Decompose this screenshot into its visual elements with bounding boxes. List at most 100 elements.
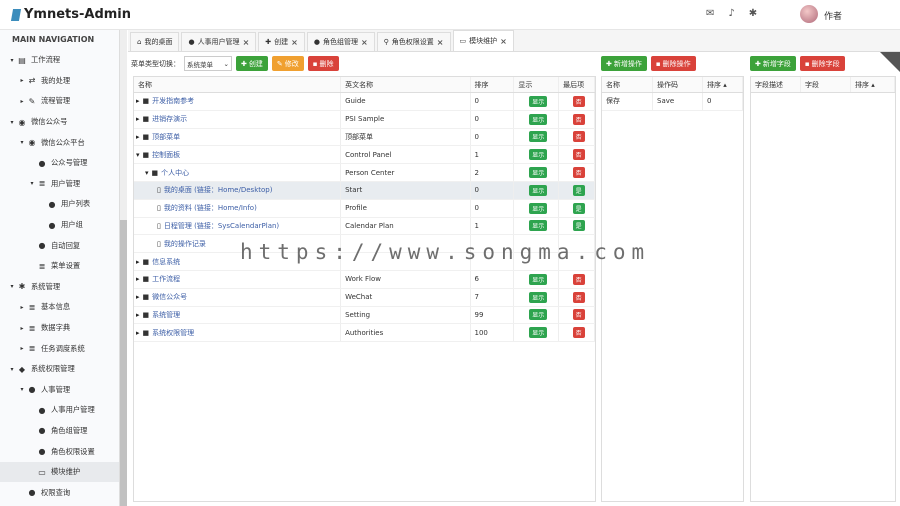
expand-icon[interactable]: ▸	[136, 275, 140, 283]
module-name[interactable]: 个人中心	[161, 168, 189, 178]
add-operation-button[interactable]: ✚ 新增操作	[601, 56, 647, 71]
sidebar-item[interactable]: ▸ ✎ 流程管理	[0, 91, 119, 112]
close-icon[interactable]: ×	[291, 38, 298, 47]
module-name[interactable]: 进销存演示	[152, 114, 187, 124]
expand-icon[interactable]: ▸	[136, 97, 140, 105]
column-header[interactable]: 排序 ▴	[851, 77, 895, 92]
column-header[interactable]: 名称	[602, 77, 653, 92]
module-name[interactable]: 系统管理	[152, 310, 180, 320]
mail-icon[interactable]: ✉	[706, 8, 714, 19]
expand-icon[interactable]: ▾	[145, 169, 149, 177]
add-field-button[interactable]: ✚ 新增字段	[750, 56, 796, 71]
avatar[interactable]	[800, 5, 818, 23]
delete-field-button[interactable]: ▪ 删除字段	[799, 56, 845, 71]
tab-item[interactable]: ● 角色组管理 ×	[306, 32, 375, 51]
sidebar-item[interactable]: ▾ ≣ 用户管理	[0, 174, 119, 195]
table-row[interactable]: ▸ ■ 工作流程 Work Flow 6 显示否	[134, 270, 595, 289]
app-logo[interactable]: Ymnets-Admin	[10, 7, 131, 22]
module-name[interactable]: 我的操作记录	[164, 239, 206, 249]
expand-icon[interactable]: ▸	[136, 133, 140, 141]
column-header[interactable]: 排序 ▴	[703, 77, 743, 92]
column-header[interactable]: 操作码	[653, 77, 703, 92]
table-row[interactable]: ▸ ■ 进销存演示 PSI Sample 0 显示否	[134, 110, 595, 129]
close-icon[interactable]: ×	[437, 38, 444, 47]
sidebar-item[interactable]: ▾ ● 人事管理	[0, 380, 119, 401]
delete-button[interactable]: ▪ 删除	[307, 56, 339, 71]
sidebar-item[interactable]: ● 角色权限设置	[0, 441, 119, 462]
delete-operation-button[interactable]: ▪ 删除操作	[650, 56, 696, 71]
table-row[interactable]: ▾ ■ 个人中心 Person Center 2 显示否	[134, 164, 595, 182]
sidebar-item[interactable]: ▸ ⇄ 我的处理	[0, 71, 119, 92]
user-name[interactable]: 作者	[824, 9, 842, 22]
tab-item[interactable]: ⌂ 我的桌面	[130, 32, 180, 51]
tab-item[interactable]: ⚲ 角色权限设置 ×	[376, 32, 451, 51]
sidebar-item[interactable]: ● 权限查询	[0, 482, 119, 503]
table-row[interactable]: 保存 Save 0	[602, 93, 743, 111]
module-name[interactable]: 系统权限管理	[152, 328, 194, 338]
close-icon[interactable]: ×	[243, 38, 250, 47]
expand-icon[interactable]: ▸	[136, 311, 140, 319]
sidebar-scroll-thumb[interactable]	[120, 220, 127, 506]
sidebar-item[interactable]: ▾ ◉ 微信公众平台	[0, 132, 119, 153]
module-name[interactable]: 工作流程	[152, 274, 180, 284]
column-header[interactable]: 字段描述	[751, 77, 801, 92]
create-button[interactable]: ✚ 创建	[236, 56, 268, 71]
module-name[interactable]: 日程管理 (链接：SysCalendarPlan)	[164, 221, 279, 231]
table-row[interactable]: ▸ ■ 开发指南参考 Guide 0 显示否	[134, 93, 595, 111]
sidebar-item[interactable]: ● 角色组管理	[0, 421, 119, 442]
column-header[interactable]: 排序	[471, 77, 515, 92]
corner-ribbon[interactable]	[880, 52, 900, 72]
table-row[interactable]: ▯ 我的桌面 (链接：Home/Desktop) Start 0 显示是	[134, 181, 595, 200]
column-header[interactable]: 名称	[134, 77, 342, 92]
module-name[interactable]: 信息系统	[152, 257, 180, 267]
tab-item[interactable]: ● 人事用户管理 ×	[181, 32, 257, 51]
sidebar-item[interactable]: ● 自动回复	[0, 235, 119, 256]
column-header[interactable]: 字段	[801, 77, 851, 92]
module-name[interactable]: 我的资料 (链接：Home/Info)	[164, 203, 257, 213]
sidebar-item[interactable]: ● 用户列表	[0, 194, 119, 215]
expand-icon[interactable]: ▸	[136, 329, 140, 337]
close-icon[interactable]: ×	[361, 38, 368, 47]
close-icon[interactable]: ×	[500, 37, 507, 46]
expand-icon[interactable]: ▸	[136, 115, 140, 123]
bell-icon[interactable]: ♪	[728, 8, 734, 19]
sidebar-item[interactable]: ▾ ✱ 系统管理	[0, 277, 119, 298]
module-name[interactable]: 我的桌面 (链接：Home/Desktop)	[164, 185, 273, 195]
table-row[interactable]: ▸ ■ 微信公众号 WeChat 7 显示否	[134, 288, 595, 307]
expand-icon[interactable]: ▸	[136, 258, 140, 266]
sidebar-item[interactable]: ● 用户组	[0, 215, 119, 236]
column-header[interactable]: 英文名称	[341, 77, 471, 92]
sidebar-item[interactable]: ≣ 菜单设置	[0, 256, 119, 277]
module-name[interactable]: 开发指南参考	[152, 96, 194, 106]
show-badge: 显示	[529, 327, 548, 339]
module-name[interactable]: 控制面板	[152, 150, 180, 160]
tab-item[interactable]: ✚ 创建 ×	[258, 32, 305, 51]
english-name: Authorities	[341, 324, 471, 342]
table-row[interactable]: ▾ ■ 控制面板 Control Panel 1 显示否	[134, 146, 595, 165]
sidebar-item[interactable]: ▸ ≣ 基本信息	[0, 297, 119, 318]
menu-type-select[interactable]: 系统菜单 ⌄	[184, 56, 232, 71]
gear-icon[interactable]: ✱	[749, 8, 757, 19]
table-row[interactable]: ▯ 我的资料 (链接：Home/Info) Profile 0 显示是	[134, 199, 595, 218]
sidebar-item[interactable]: ▸ ≣ 数据字典	[0, 318, 119, 339]
tab-item[interactable]: ▭ 模块维护 ×	[452, 30, 514, 51]
expand-icon[interactable]: ▾	[136, 151, 140, 159]
table-row[interactable]: ▸ ■ 系统管理 Setting 99 显示否	[134, 306, 595, 325]
edit-button[interactable]: ✎ 修改	[271, 56, 304, 71]
column-header[interactable]: 最后项	[559, 77, 595, 92]
sidebar-item[interactable]: ▭ 模块维护	[0, 461, 119, 483]
sidebar-item[interactable]: ● 公众号管理	[0, 153, 119, 174]
sidebar-item[interactable]: ▾ ▤ 工作流程	[0, 50, 119, 71]
table-row[interactable]: ▯ 日程管理 (链接：SysCalendarPlan) Calendar Plan 1…	[134, 217, 595, 236]
table-row[interactable]: ▸ ■ 顶部菜单 顶部菜单 0 显示否	[134, 128, 595, 147]
column-header[interactable]: 显示	[514, 77, 560, 92]
sidebar-item[interactable]: ● 人事用户管理	[0, 400, 119, 421]
table-row[interactable]: ▸ ■ 系统权限管理 Authorities 100 显示否	[134, 324, 595, 343]
module-name[interactable]: 微信公众号	[152, 292, 187, 302]
last-badge: 否	[572, 309, 585, 321]
sidebar-item[interactable]: ▾ ◆ 系统权限管理	[0, 359, 119, 380]
expand-icon[interactable]: ▸	[136, 293, 140, 301]
sidebar-item[interactable]: ▸ ≣ 任务调度系统	[0, 338, 119, 359]
sidebar-item[interactable]: ▾ ◉ 微信公众号	[0, 112, 119, 133]
module-name[interactable]: 顶部菜单	[152, 132, 180, 142]
